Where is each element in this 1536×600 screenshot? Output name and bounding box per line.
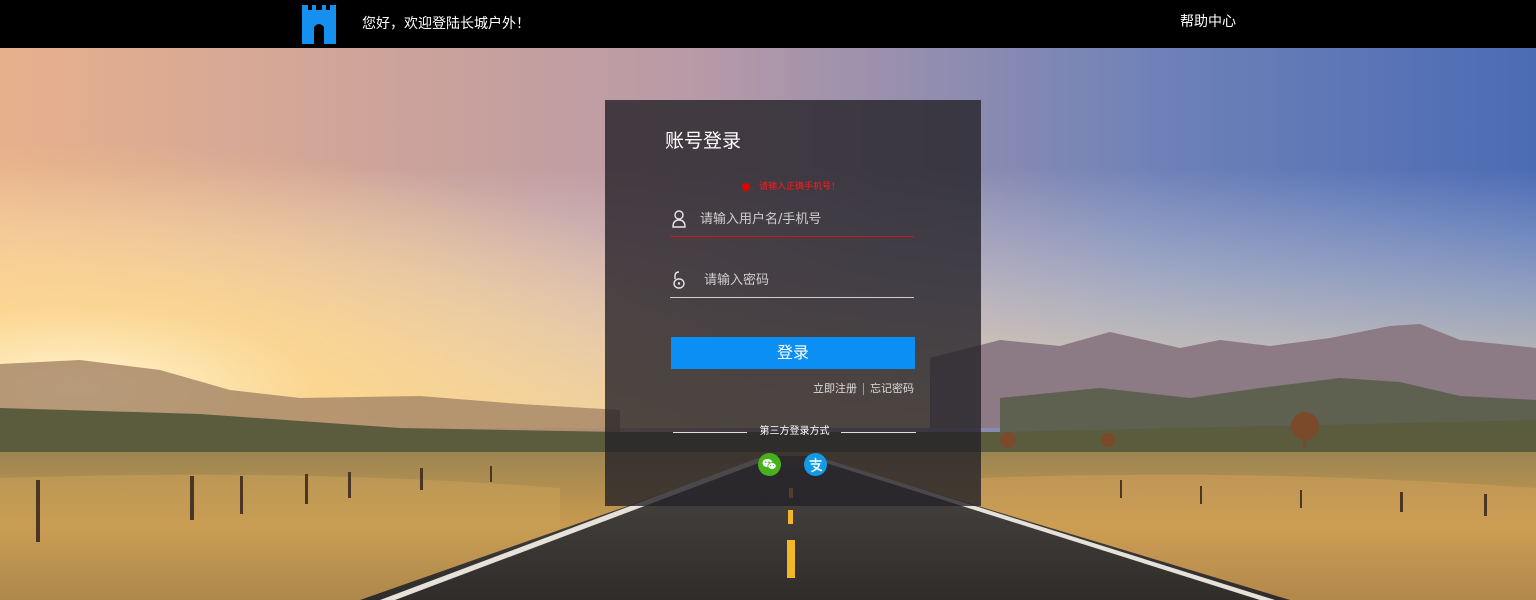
error-message-row: 请输入正确手机号！ [742, 180, 840, 194]
lock-icon [673, 271, 685, 289]
login-title: 账号登录 [665, 130, 742, 152]
login-panel: 账号登录 请输入正确手机号！ 登录 立即注册 忘记密码 第三方登录方式 [605, 100, 981, 506]
wechat-icon [762, 459, 777, 470]
username-field [670, 203, 914, 237]
account-links: 立即注册 忘记密码 [813, 381, 914, 397]
third-party-divider: 第三方登录方式 [673, 425, 916, 439]
username-input[interactable] [700, 207, 910, 231]
castle-logo-icon[interactable] [302, 5, 336, 44]
link-separator [863, 383, 864, 395]
password-field [670, 264, 914, 298]
divider-line-right [841, 432, 916, 433]
wechat-login-button[interactable] [758, 453, 781, 476]
top-bar: 您好，欢迎登陆长城户外！ 帮助中心 [0, 0, 1536, 48]
error-message: 请输入正确手机号！ [759, 182, 841, 192]
password-input[interactable] [704, 268, 914, 292]
error-dot-icon [742, 183, 750, 191]
alipay-login-button[interactable] [804, 453, 827, 476]
welcome-greeting: 您好，欢迎登陆长城户外！ [362, 16, 530, 32]
forgot-password-link[interactable]: 忘记密码 [870, 381, 914, 397]
user-icon [672, 210, 686, 228]
alipay-icon [809, 457, 823, 473]
login-button[interactable]: 登录 [671, 337, 915, 369]
register-link[interactable]: 立即注册 [813, 381, 857, 397]
help-center-link[interactable]: 帮助中心 [1180, 12, 1236, 32]
